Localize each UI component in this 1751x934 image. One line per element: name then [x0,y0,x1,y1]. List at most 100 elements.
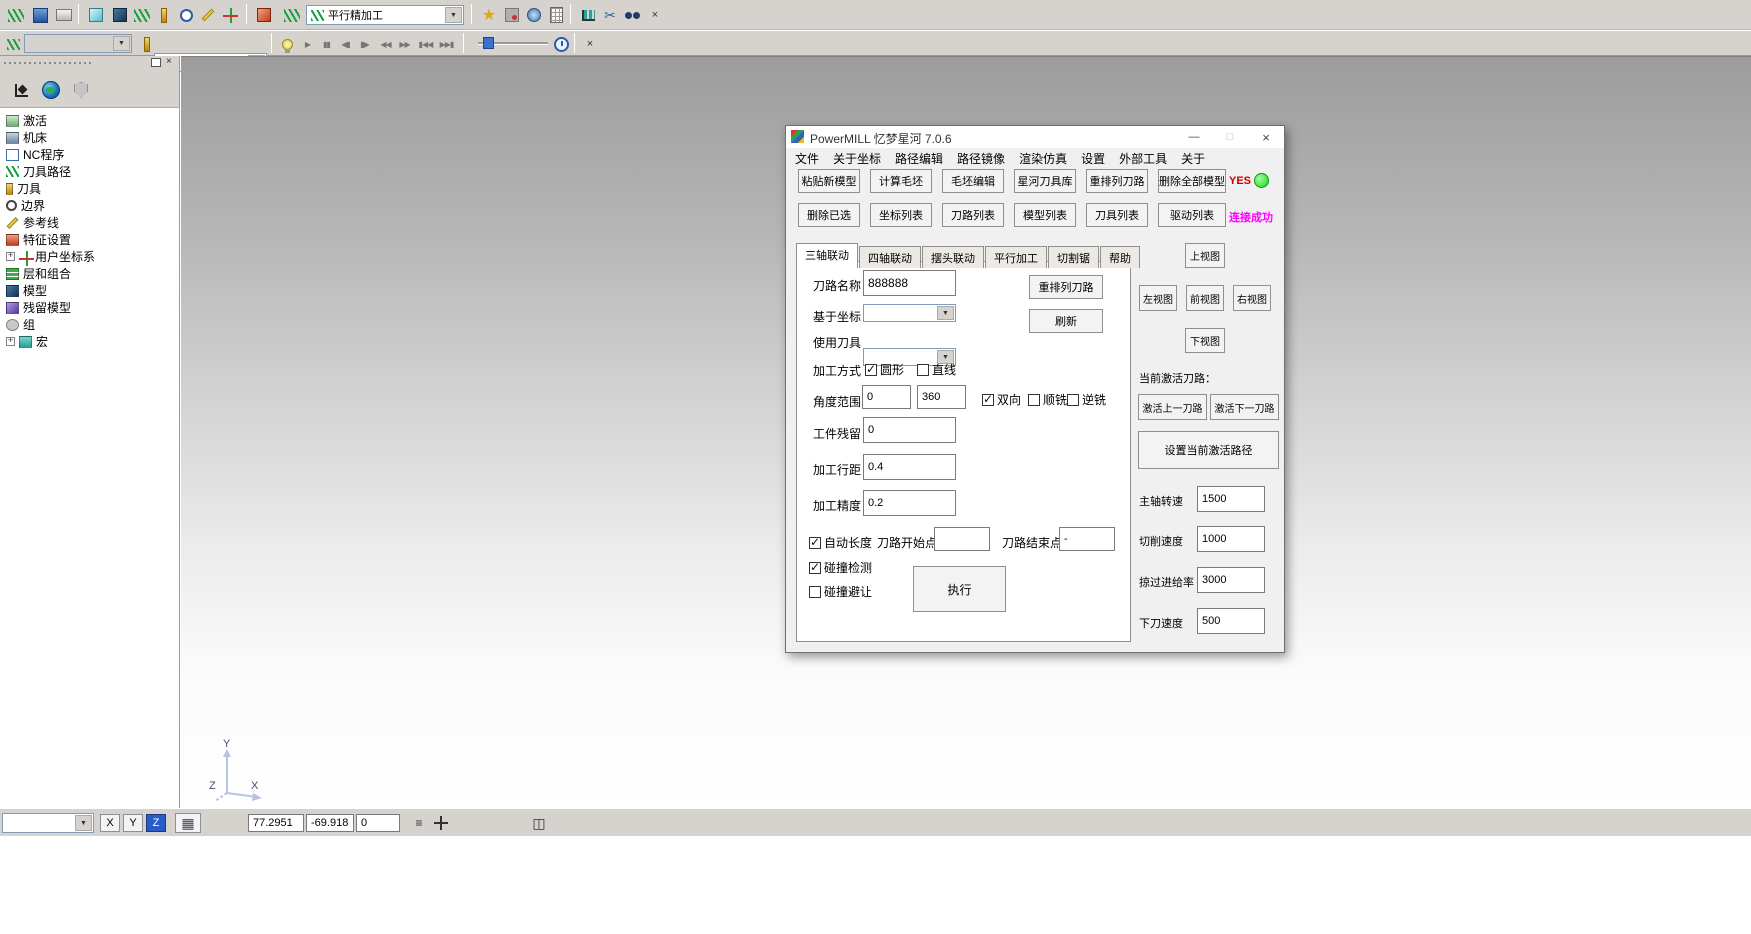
statistics-icon[interactable] [576,3,600,27]
start-point-input[interactable] [934,527,990,551]
feature-set-icon[interactable] [252,3,276,27]
workplane-icon[interactable] [218,3,242,27]
grid-toggle-button[interactable]: ▦ [175,813,201,833]
activate-prev-toolpath-button[interactable]: 激活上一刀路 [1138,394,1207,420]
toolpath-name-input[interactable] [863,270,956,296]
explorer-grip[interactable]: × [0,56,179,70]
tree-item-feature-sets[interactable]: 特征设置 [2,231,178,248]
tab-four-axis[interactable]: 四轴联动 [859,246,921,268]
axis-z-button[interactable]: Z [146,814,166,832]
crosshair-icon[interactable] [434,816,448,830]
delete-all-models-button[interactable]: 删除全部模型 [1158,169,1226,193]
mode-line-option[interactable]: 直线 [917,361,956,378]
active-toolpath-icon[interactable] [2,33,24,55]
pause-button[interactable]: ▮▮ [317,34,336,54]
climb-option[interactable]: 顺铣 [1028,391,1067,408]
active-tool-icon[interactable] [136,33,158,55]
model-list-button[interactable]: 模型列表 [1014,203,1076,227]
conventional-option[interactable]: 逆铣 [1067,391,1106,408]
find-icon[interactable] [620,3,644,27]
go-to-end-button[interactable]: ▶▶▮ [437,34,456,54]
tree-item-toolpaths[interactable]: 刀具路径 [2,163,178,180]
panel-close-icon[interactable]: × [166,56,172,67]
tab-three-axis[interactable]: 三轴联动 [796,243,858,268]
cutting-feed-input[interactable] [1197,526,1265,552]
menu-item-external-tools[interactable]: 外部工具 [1112,148,1174,169]
close-button[interactable]: × [1248,126,1284,148]
auto-length-option[interactable]: 自动长度 [809,534,872,551]
strategy-dropdown[interactable]: 平行精加工 [306,5,464,25]
tolerance-input[interactable] [863,490,956,516]
boundary-icon[interactable] [174,3,198,27]
tree-item-stock-models[interactable]: 残留模型 [2,299,178,316]
tree-item-nc-programs[interactable]: NC程序 [2,146,178,163]
delete-selected-button[interactable]: 删除已选 [798,203,860,227]
bidirectional-option[interactable]: 双向 [982,391,1021,408]
circle-checkbox[interactable] [865,364,877,376]
tree-item-macros[interactable]: 宏 [2,333,178,350]
tree-item-boundaries[interactable]: 边界 [2,197,178,214]
end-point-input[interactable] [1059,527,1115,551]
resize-view-icon[interactable] [8,77,34,103]
stepover-input[interactable] [863,454,956,480]
statusbar-workplane-dropdown[interactable] [2,813,94,833]
toolpath-hatch-icon[interactable] [4,3,28,27]
menu-item-settings[interactable]: 设置 [1074,148,1112,169]
stock-edit-button[interactable]: 毛坯编辑 [942,169,1004,193]
trim-icon[interactable] [598,3,622,27]
play-button[interactable]: ▶ [298,34,317,54]
globe-icon[interactable] [38,77,64,103]
collision-check-option[interactable]: 碰撞检测 [809,559,872,576]
menu-item-path-mirror[interactable]: 路径镜像 [950,148,1012,169]
angle-from-input[interactable] [862,385,911,409]
pattern-icon[interactable] [196,3,220,27]
tree-item-tools[interactable]: 刀具 [2,180,178,197]
dialog-titlebar[interactable]: PowerMILL 忆梦星河 7.0.6 — □ × [786,126,1284,148]
minimize-button[interactable]: — [1176,126,1212,148]
view-front-button[interactable]: 前视图 [1186,285,1224,311]
go-to-start-button[interactable]: ▮◀◀ [416,34,435,54]
plunge-feed-input[interactable] [1197,608,1265,634]
collision-avoid-checkbox[interactable] [809,586,821,598]
tree-item-levels-and-sets[interactable]: 层和组合 [2,265,178,282]
toolbar-close-icon[interactable]: × [643,3,667,27]
set-active-path-button[interactable]: 设置当前激活路径 [1138,431,1279,469]
skim-feed-input[interactable] [1197,567,1265,593]
print-icon[interactable] [52,3,76,27]
tree-item-groups[interactable]: 组 [2,316,178,333]
model-icon[interactable] [108,3,132,27]
collision-check-icon[interactable] [500,3,524,27]
compute-stock-button[interactable]: 计算毛坯 [870,169,932,193]
line-checkbox[interactable] [917,364,929,376]
toolpath-list-button[interactable]: 刀路列表 [942,203,1004,227]
drive-list-button[interactable]: 驱动列表 [1158,203,1226,227]
menu-item-path-edit[interactable]: 路径编辑 [888,148,950,169]
tool-library-button[interactable]: 星河刀具库 [1014,169,1076,193]
tree-item-activate[interactable]: 激活 [2,112,178,129]
mode-circle-option[interactable]: 圆形 [865,361,904,378]
based-coord-dropdown[interactable] [863,304,956,322]
tab-help[interactable]: 帮助 [1100,246,1140,268]
paste-new-model-button[interactable]: 粘贴新模型 [798,169,860,193]
fast-forward-button[interactable]: ▶▶ [395,34,414,54]
block-icon[interactable] [84,3,108,27]
step-forward-button[interactable]: ▮▶ [355,34,374,54]
view-left-button[interactable]: 左视图 [1139,285,1177,311]
step-back-button[interactable]: ◀▮ [336,34,355,54]
tree-item-patterns[interactable]: 参考线 [2,214,178,231]
tool-icon[interactable] [152,3,176,27]
angle-to-input[interactable] [917,385,966,409]
view-bottom-button[interactable]: 下视图 [1185,328,1225,353]
menu-item-about[interactable]: 关于 [1174,148,1212,169]
coord-x-field[interactable] [248,814,304,832]
menu-item-render-sim[interactable]: 渲染仿真 [1012,148,1074,169]
tree-item-workplanes[interactable]: 用户坐标系 [2,248,178,265]
simulation-toolbar-close-icon[interactable]: × [579,33,601,55]
coord-y-field[interactable] [306,814,354,832]
simulation-icon[interactable] [477,3,501,27]
rearrange-toolpath-button[interactable]: 重排列刀路 [1029,275,1103,299]
expand-icon[interactable] [6,252,15,261]
collision-avoid-option[interactable]: 碰撞避让 [809,583,872,600]
rearrange-toolpaths-button[interactable]: 重排列刀路 [1086,169,1148,193]
toolpath-icon[interactable] [130,3,154,27]
